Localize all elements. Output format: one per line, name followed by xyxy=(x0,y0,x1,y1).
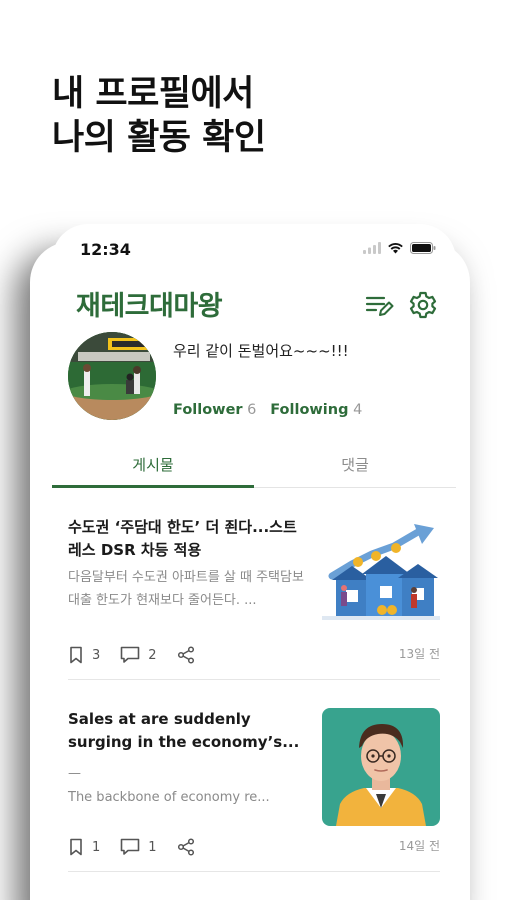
post-meta: 1 1 14일 전 xyxy=(68,836,440,858)
post-date: 13일 전 xyxy=(398,647,440,661)
post-excerpt: The backbone of economy re... xyxy=(68,790,270,805)
post-thumbnail xyxy=(322,516,440,634)
edit-list-icon[interactable] xyxy=(364,290,394,320)
avatar[interactable] xyxy=(68,332,156,420)
comment-button[interactable]: 2 xyxy=(120,646,157,664)
comment-icon xyxy=(120,646,140,664)
header-actions xyxy=(364,290,438,320)
post-excerpt: 다음달부터 수도권 아파트를 살 때 주택담보대출 한도가 현재보다 줄어든다.… xyxy=(68,570,304,608)
post-title: Sales at are suddenly surging in the eco… xyxy=(68,710,300,751)
profile-bio: 우리 같이 돈벌어요~~~!!! xyxy=(173,342,349,360)
status-icons xyxy=(363,242,436,254)
profile-tabs: 게시물 댓글 xyxy=(52,442,456,488)
bookmark-button[interactable]: 1 xyxy=(68,838,100,856)
app-title: 재테크대마왕 xyxy=(76,291,223,322)
post-item[interactable]: Sales at are suddenly surging in the eco… xyxy=(68,680,440,872)
follower-count: 6 xyxy=(247,402,257,418)
bookmark-icon xyxy=(68,838,84,856)
bookmark-button[interactable]: 3 xyxy=(68,646,100,664)
profile-section: 우리 같이 돈벌어요~~~!!! Follower 6 Following 4 xyxy=(52,332,456,442)
tab-comments[interactable]: 댓글 xyxy=(254,442,456,487)
signal-icon xyxy=(363,242,381,254)
post-meta: 3 2 13일 전 xyxy=(68,644,440,666)
share-icon xyxy=(177,646,195,664)
promo-headline: 내 프로필에서 나의 활동 확인 xyxy=(52,72,266,160)
comment-count: 2 xyxy=(148,647,157,663)
post-date: 14일 전 xyxy=(398,839,440,853)
app-header: 재테크대마왕 xyxy=(52,276,456,332)
headline-line-2: 나의 활동 확인 xyxy=(52,118,266,158)
following-count: 4 xyxy=(353,402,363,418)
status-time: 12:34 xyxy=(80,240,131,259)
following-label: Following xyxy=(270,402,349,418)
bookmark-count: 1 xyxy=(92,839,101,855)
bookmark-icon xyxy=(68,646,84,664)
status-bar: 12:34 xyxy=(52,224,456,276)
following-link[interactable]: Following 4 xyxy=(270,402,362,418)
tab-posts[interactable]: 게시물 xyxy=(52,442,254,488)
gear-icon[interactable] xyxy=(408,290,438,320)
headline-line-1: 내 프로필에서 xyxy=(52,74,254,114)
post-excerpt-dash: — xyxy=(68,766,81,781)
share-button[interactable] xyxy=(177,838,195,856)
follow-stats: Follower 6 Following 4 xyxy=(173,402,362,418)
comment-icon xyxy=(120,838,140,856)
follower-link[interactable]: Follower 6 xyxy=(173,402,256,418)
bookmark-count: 3 xyxy=(92,647,101,663)
comment-count: 1 xyxy=(148,839,157,855)
battery-icon xyxy=(410,242,436,254)
post-title: 수도권 ‘주담대 한도’ 더 죈다...스트레스 DSR 차등 적용 xyxy=(68,518,297,559)
post-thumbnail xyxy=(322,708,440,826)
share-icon xyxy=(177,838,195,856)
phone-frame: 12:34 재테크대마왕 우리 같이 돈벌어요~~~!!! Follower 6… xyxy=(52,224,456,900)
comment-button[interactable]: 1 xyxy=(120,838,157,856)
share-button[interactable] xyxy=(177,646,195,664)
post-item[interactable]: 수도권 ‘주담대 한도’ 더 죈다...스트레스 DSR 차등 적용 다음달부터… xyxy=(68,488,440,680)
wifi-icon xyxy=(387,242,404,254)
follower-label: Follower xyxy=(173,402,243,418)
